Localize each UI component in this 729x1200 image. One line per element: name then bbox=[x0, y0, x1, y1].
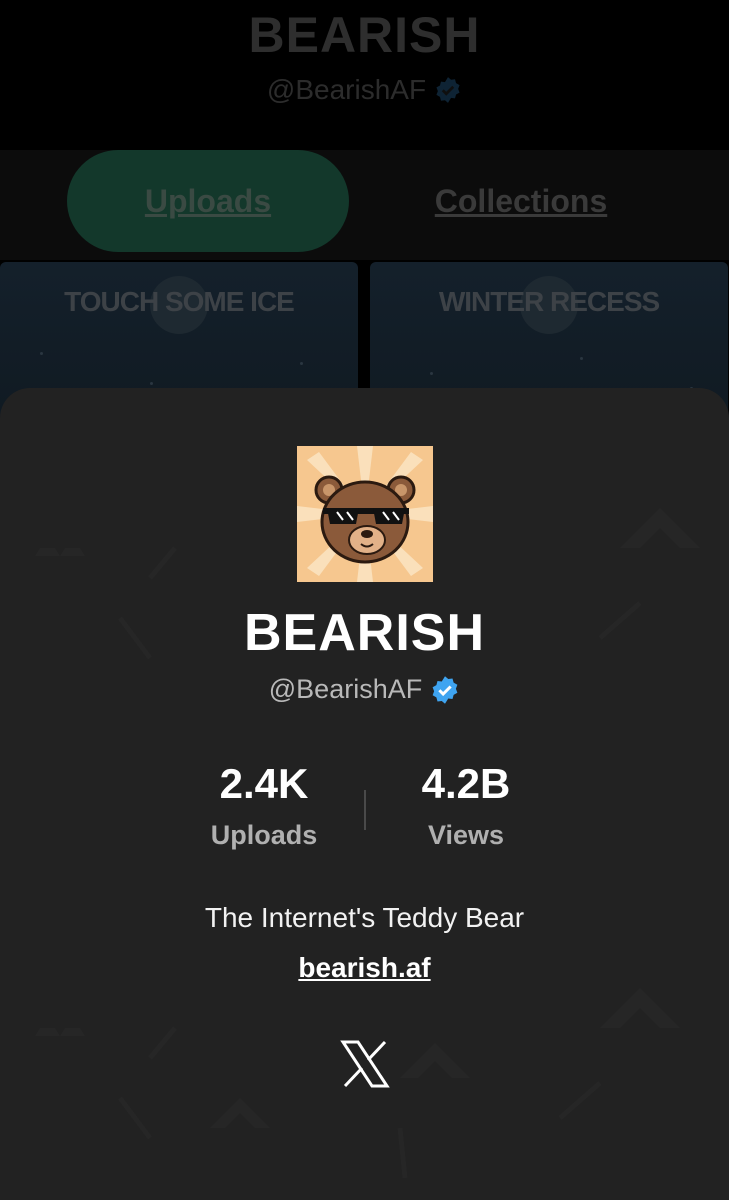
background-header: BEARISH @BearishAF bbox=[0, 0, 729, 150]
profile-name: BEARISH bbox=[243, 604, 486, 662]
profile-sheet: BEARISH @BearishAF 2.4K Uploads 4.2B Vie… bbox=[0, 388, 729, 1200]
tab-collections[interactable]: Collections bbox=[380, 150, 662, 252]
views-label: Views bbox=[427, 820, 505, 850]
uploads-stat: 2.4K Uploads bbox=[164, 760, 364, 851]
profile-website-link[interactable]: bearish.af bbox=[0, 952, 729, 984]
background-title: BEARISH bbox=[248, 7, 481, 63]
uploads-label: Uploads bbox=[210, 820, 318, 850]
tab-uploads[interactable]: Uploads bbox=[67, 150, 349, 252]
star-dot bbox=[300, 362, 303, 365]
avatar bbox=[297, 446, 433, 582]
star-dot bbox=[430, 372, 433, 375]
star-dot bbox=[150, 382, 153, 385]
card-title: WINTER RECESS bbox=[438, 286, 660, 317]
star-dot bbox=[580, 357, 583, 360]
profile-stats: 2.4K Uploads 4.2B Views bbox=[0, 760, 729, 860]
card-title: TOUCH SOME ICE bbox=[64, 286, 295, 317]
uploads-count: 2.4K bbox=[219, 760, 309, 807]
background-handle: @BearishAF bbox=[266, 74, 427, 105]
star-dot bbox=[40, 352, 43, 355]
views-count: 4.2B bbox=[421, 760, 511, 807]
profile-bio: The Internet's Teddy Bear bbox=[204, 902, 525, 933]
profile-handle: @BearishAF bbox=[268, 674, 423, 704]
views-stat: 4.2B Views bbox=[366, 760, 566, 851]
verified-badge-icon bbox=[436, 77, 460, 103]
x-logo-icon[interactable] bbox=[339, 1038, 391, 1090]
background-handle-row: @BearishAF bbox=[0, 74, 729, 106]
profile-handle-row: @BearishAF bbox=[0, 674, 729, 705]
verified-badge-icon bbox=[432, 675, 458, 704]
